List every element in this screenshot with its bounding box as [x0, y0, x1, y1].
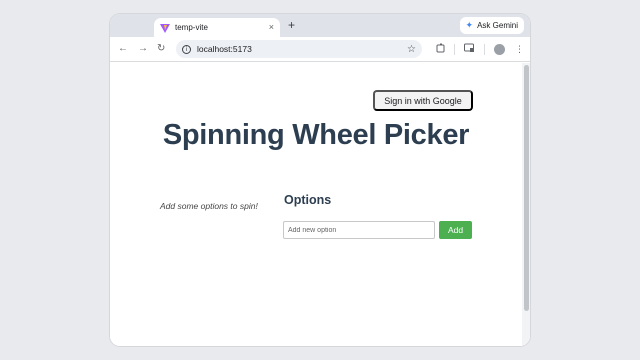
- ask-gemini-button[interactable]: ✦ Ask Gemini: [459, 17, 524, 34]
- page-content: Sign in with Google Spinning Wheel Picke…: [110, 63, 530, 346]
- gemini-spark-icon: ✦: [465, 20, 474, 30]
- page-title: Spinning Wheel Picker: [162, 119, 470, 151]
- extensions-icon[interactable]: [436, 43, 446, 56]
- toolbar-divider: [454, 44, 455, 55]
- address-bar[interactable]: i localhost:5173 ☆: [176, 40, 422, 58]
- forward-icon[interactable]: →: [138, 42, 148, 56]
- bookmark-star-icon[interactable]: ☆: [407, 44, 416, 55]
- ask-gemini-label: Ask Gemini: [477, 21, 518, 30]
- empty-wheel-message: Add some options to spin!: [160, 201, 258, 211]
- close-tab-icon[interactable]: ×: [269, 23, 274, 32]
- more-menu-icon[interactable]: ⋮: [515, 43, 524, 55]
- new-tab-button[interactable]: +: [288, 18, 295, 32]
- browser-toolbar: ← → ↻ i localhost:5173 ☆ ⋮: [110, 37, 530, 62]
- cast-icon[interactable]: [464, 43, 475, 56]
- back-icon[interactable]: ←: [118, 42, 128, 56]
- add-option-button[interactable]: Add: [439, 221, 472, 239]
- reload-icon[interactable]: ↻: [157, 42, 165, 56]
- toolbar-divider: [484, 44, 485, 55]
- browser-window: temp-vite × + ✦ Ask Gemini ← → ↻ i local…: [110, 14, 530, 346]
- tab-strip: temp-vite × + ✦ Ask Gemini: [110, 14, 530, 37]
- url-text: localhost:5173: [197, 44, 252, 54]
- profile-avatar-icon[interactable]: [494, 44, 505, 55]
- scrollbar-track[interactable]: [522, 63, 530, 346]
- options-heading: Options: [284, 193, 332, 207]
- tab-title: temp-vite: [175, 23, 208, 32]
- site-info-icon[interactable]: i: [182, 44, 191, 54]
- sign-in-google-button[interactable]: Sign in with Google: [373, 90, 473, 111]
- scrollbar-thumb[interactable]: [524, 65, 529, 311]
- vite-logo-icon: [160, 23, 170, 33]
- new-option-input[interactable]: [283, 221, 435, 239]
- tab-temp-vite[interactable]: temp-vite ×: [154, 18, 280, 37]
